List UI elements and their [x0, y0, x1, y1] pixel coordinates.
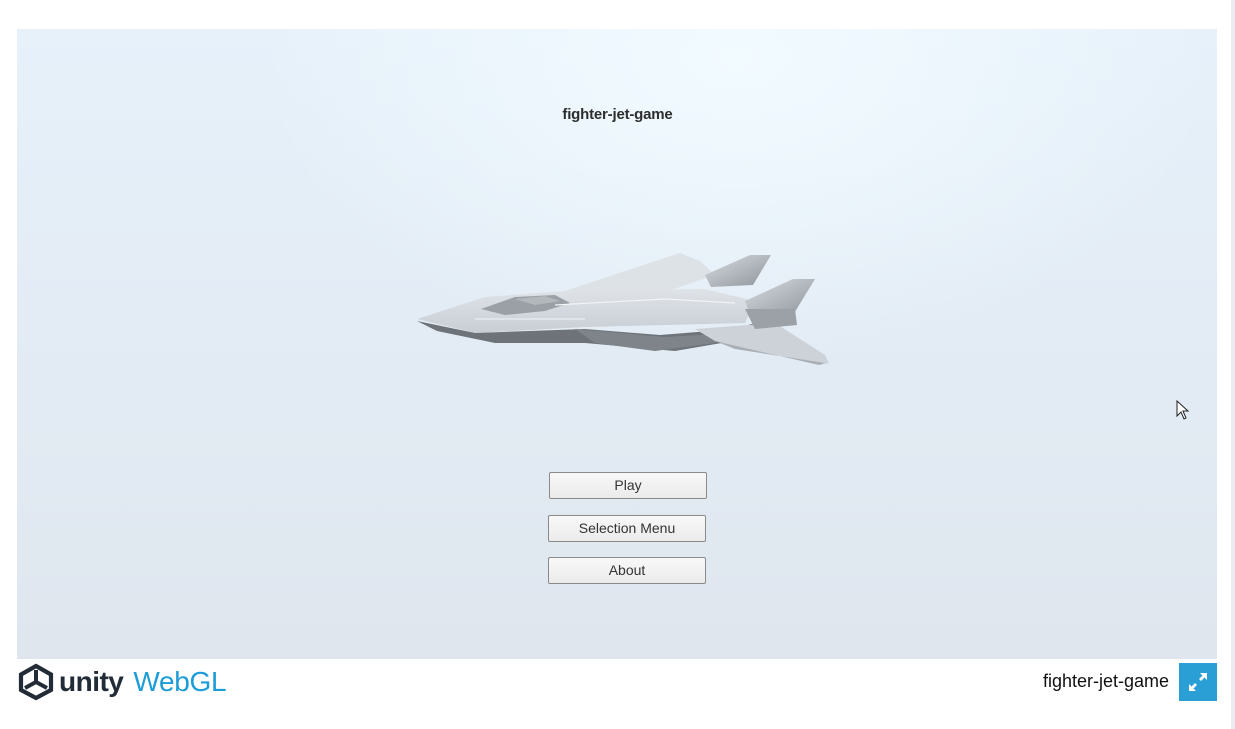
about-button[interactable]: About	[548, 557, 706, 584]
game-title: fighter-jet-game	[562, 106, 673, 123]
webgl-wordmark: WebGL	[133, 666, 227, 697]
unity-cube-icon	[18, 663, 54, 701]
unity-webgl-page: fighter-jet-game Play Selection Menu Abo…	[0, 0, 1235, 729]
footer-game-title: fighter-jet-game	[1042, 671, 1169, 691]
play-button[interactable]: Play	[549, 472, 707, 499]
scrollbar-track[interactable]	[1231, 0, 1235, 729]
game-canvas[interactable]: fighter-jet-game Play Selection Menu Abo…	[17, 29, 1217, 659]
fighter-jet-model	[417, 253, 829, 365]
fullscreen-button[interactable]	[1179, 663, 1217, 701]
mouse-cursor-icon	[1176, 400, 1190, 420]
unity-webgl-logo: unity WebGL	[17, 662, 227, 702]
selection-menu-button[interactable]: Selection Menu	[548, 515, 706, 542]
fullscreen-icon	[1189, 673, 1207, 691]
unity-wordmark: unity	[59, 666, 124, 697]
